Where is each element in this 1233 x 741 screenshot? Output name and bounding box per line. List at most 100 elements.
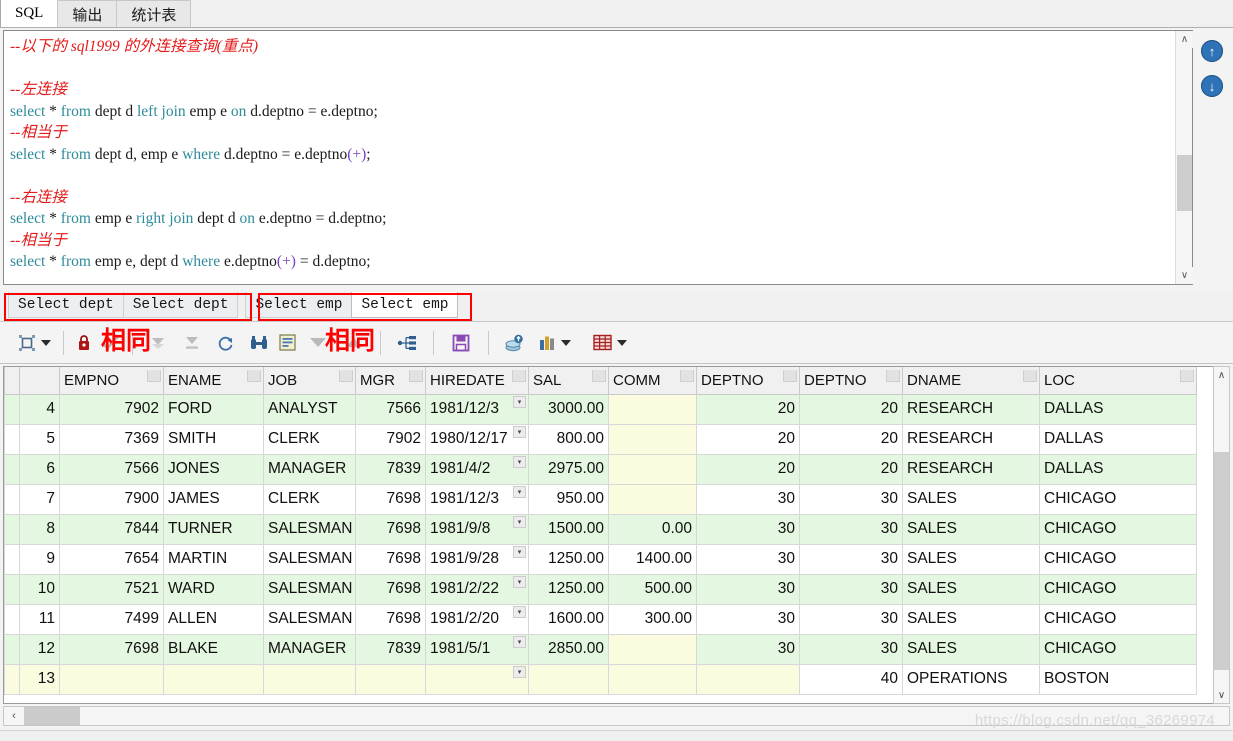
row-handle[interactable] — [4, 483, 20, 515]
table-row[interactable]: 7 7900 JAMES CLERK 7698 1981/12/3 ▾ 950.00 30 30 S… — [4, 483, 1197, 515]
cell-comm-4[interactable] — [608, 393, 697, 425]
col-deptno-dept[interactable]: DEPTNO — [799, 367, 903, 395]
cell-deptno-4[interactable]: 20 — [696, 393, 800, 425]
cell-comm-6[interactable] — [608, 453, 697, 485]
cell-empno-4[interactable]: 7902 — [59, 393, 164, 425]
col-sal[interactable]: SAL — [528, 367, 609, 395]
tab-sql[interactable]: SQL — [0, 0, 59, 27]
column-resize-grip[interactable] — [1023, 370, 1037, 382]
col-loc[interactable]: LOC — [1039, 367, 1197, 395]
row-handle[interactable] — [4, 633, 20, 665]
toolbar-single-record-button[interactable] — [275, 328, 300, 358]
cell-sal-7[interactable]: 950.00 — [528, 483, 609, 515]
col-deptno-emp[interactable]: DEPTNO — [696, 367, 800, 395]
cell-ename-13[interactable] — [163, 663, 264, 695]
table-row[interactable]: 6 7566 JONES MANAGER 7839 1981/4/2 ▾ 2975.00 20 2… — [4, 453, 1197, 485]
cell-sal-9[interactable]: 1250.00 — [528, 543, 609, 575]
row-number[interactable]: 5 — [19, 423, 60, 455]
grid-scrollbar-thumb[interactable] — [1214, 452, 1229, 670]
editor-vertical-scrollbar[interactable]: ∧ ∨ — [1175, 31, 1193, 284]
cell-deptno-11[interactable]: 30 — [799, 603, 903, 635]
cell-ename-5[interactable]: SMITH — [163, 423, 264, 455]
result-tab-select-emp-2[interactable]: Select emp — [351, 292, 459, 318]
table-row[interactable]: 4 7902 FORD ANALYST 7566 1981/12/3 ▾ 3000.00 20 2… — [4, 393, 1197, 425]
table-row[interactable]: 12 7698 BLAKE MANAGER 7839 1981/5/1 ▾ 2850.00 30… — [4, 633, 1197, 665]
cell-deptno-7[interactable]: 30 — [799, 483, 903, 515]
cell-job-11[interactable]: SALESMAN — [263, 603, 356, 635]
cell-deptno-5[interactable]: 20 — [799, 423, 903, 455]
toolbar-refresh-button[interactable] — [209, 328, 243, 358]
cell-job-7[interactable]: CLERK — [263, 483, 356, 515]
date-picker-icon[interactable]: ▾ — [513, 575, 526, 588]
cell-loc-4[interactable]: DALLAS — [1039, 393, 1197, 425]
cell-loc-11[interactable]: CHICAGO — [1039, 603, 1197, 635]
column-resize-grip[interactable] — [592, 370, 606, 382]
row-number[interactable]: 10 — [19, 573, 60, 605]
col-dname[interactable]: DNAME — [902, 367, 1040, 395]
table-row[interactable]: 10 7521 WARD SALESMAN 7698 1981/2/22 ▾ 1250.00 5… — [4, 573, 1197, 605]
row-number[interactable]: 4 — [19, 393, 60, 425]
toolbar-query-builder-button[interactable] — [389, 328, 425, 358]
cell-empno-7[interactable]: 7900 — [59, 483, 164, 515]
cell-loc-7[interactable]: CHICAGO — [1039, 483, 1197, 515]
col-comm[interactable]: COMM — [608, 367, 697, 395]
toolbar-layout-button[interactable] — [14, 328, 55, 358]
grid-scroll-up-arrow[interactable]: ∧ — [1214, 367, 1229, 383]
cell-job-6[interactable]: MANAGER — [263, 453, 356, 485]
cell-mgr-7[interactable]: 7698 — [355, 483, 426, 515]
chevron-down-icon[interactable] — [617, 339, 627, 346]
cell-job-10[interactable]: SALESMAN — [263, 573, 356, 605]
row-number[interactable]: 13 — [19, 663, 60, 695]
cell-comm-7[interactable] — [608, 483, 697, 515]
cell-comm-11[interactable]: 300.00 — [608, 603, 697, 635]
toolbar-lock-button[interactable] — [72, 328, 96, 358]
date-picker-icon[interactable]: ▾ — [513, 545, 526, 558]
cell-deptno-7[interactable]: 30 — [696, 483, 800, 515]
column-resize-grip[interactable] — [339, 370, 353, 382]
cell-mgr-13[interactable] — [355, 663, 426, 695]
cell-sal-5[interactable]: 800.00 — [528, 423, 609, 455]
cell-comm-9[interactable]: 1400.00 — [608, 543, 697, 575]
cell-sal-6[interactable]: 2975.00 — [528, 453, 609, 485]
toolbar-chart-button[interactable] — [532, 328, 577, 358]
cell-ename-6[interactable]: JONES — [163, 453, 264, 485]
column-resize-grip[interactable] — [1180, 370, 1194, 382]
cell-mgr-6[interactable]: 7839 — [355, 453, 426, 485]
column-resize-grip[interactable] — [247, 370, 261, 382]
grid-horizontal-scrollbar[interactable]: ‹ — [3, 706, 1230, 726]
grid-hscrollbar-thumb[interactable] — [24, 707, 80, 725]
cell-deptno-12[interactable]: 30 — [799, 633, 903, 665]
cell-job-13[interactable] — [263, 663, 356, 695]
column-resize-grip[interactable] — [680, 370, 694, 382]
cell-deptno-10[interactable]: 30 — [799, 573, 903, 605]
cell-loc-9[interactable]: CHICAGO — [1039, 543, 1197, 575]
cell-sal-12[interactable]: 2850.00 — [528, 633, 609, 665]
cell-dname-6[interactable]: RESEARCH — [902, 453, 1040, 485]
cell-ename-11[interactable]: ALLEN — [163, 603, 264, 635]
cell-comm-13[interactable] — [608, 663, 697, 695]
cell-hiredate-13[interactable]: ▾ — [425, 663, 529, 695]
result-tab-select-dept-2[interactable]: Select dept — [122, 292, 239, 318]
cell-deptno-10[interactable]: 30 — [696, 573, 800, 605]
cell-dname-5[interactable]: RESEARCH — [902, 423, 1040, 455]
cell-deptno-6[interactable]: 20 — [799, 453, 903, 485]
cell-sal-8[interactable]: 1500.00 — [528, 513, 609, 545]
date-picker-icon[interactable]: ▾ — [513, 485, 526, 498]
editor-scrollbar-thumb[interactable] — [1177, 155, 1192, 211]
cell-empno-9[interactable]: 7654 — [59, 543, 164, 575]
result-tab-select-dept-1[interactable]: Select dept — [8, 292, 124, 318]
cell-empno-13[interactable] — [59, 663, 164, 695]
cell-hiredate-8[interactable]: 1981/9/8 ▾ — [425, 513, 529, 545]
cell-empno-5[interactable]: 7369 — [59, 423, 164, 455]
cell-deptno-4[interactable]: 20 — [799, 393, 903, 425]
editor-scroll-down-arrow[interactable]: ∨ — [1176, 267, 1193, 284]
col-empno[interactable]: EMPNO — [59, 367, 164, 395]
table-row[interactable]: 11 7499 ALLEN SALESMAN 7698 1981/2/20 ▾ 1600.00… — [4, 603, 1197, 635]
cell-job-5[interactable]: CLERK — [263, 423, 356, 455]
next-statement-button[interactable]: ↓ — [1201, 75, 1223, 97]
cell-hiredate-10[interactable]: 1981/2/22 ▾ — [425, 573, 529, 605]
toolbar-fetch-last-button[interactable] — [175, 328, 209, 358]
cell-comm-10[interactable]: 500.00 — [608, 573, 697, 605]
cell-hiredate-7[interactable]: 1981/12/3 ▾ — [425, 483, 529, 515]
toolbar-find-button[interactable] — [243, 328, 275, 358]
